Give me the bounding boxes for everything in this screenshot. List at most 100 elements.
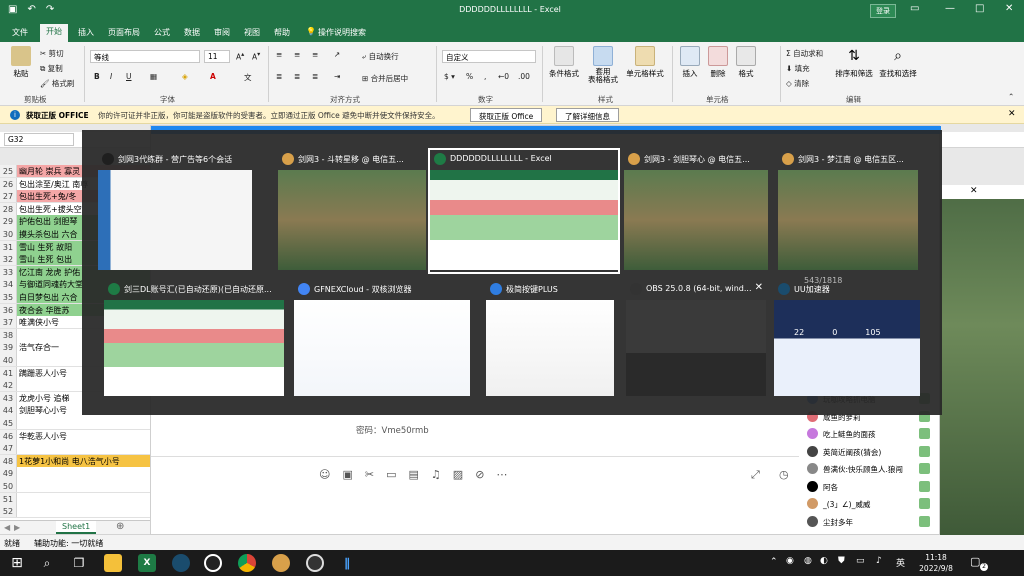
add-sheet-icon[interactable]: ⊕ [116, 521, 124, 532]
shrink-font-icon[interactable]: A▾ [252, 51, 260, 62]
borders-icon[interactable]: ▦ [150, 72, 157, 81]
name-box[interactable]: G32 [4, 133, 74, 146]
row-number[interactable]: 46 [0, 429, 17, 442]
format-painter-button[interactable]: 🖌 格式刷 [40, 78, 74, 89]
font-size-select[interactable]: 11 [204, 50, 230, 63]
row-number[interactable]: 41 [0, 366, 17, 379]
row-number[interactable]: 34 [0, 278, 17, 291]
row-number[interactable]: 38 [0, 328, 17, 342]
expand-icon[interactable]: ⤢ [751, 468, 760, 482]
search-icon[interactable]: ⌕ [38, 554, 56, 572]
grow-font-icon[interactable]: A▴ [236, 51, 244, 62]
row-number[interactable]: 39 [0, 341, 17, 354]
obs-taskbar-icon[interactable] [306, 554, 324, 572]
align-top-icon[interactable]: ≡ [276, 50, 282, 59]
align-bottom-icon[interactable]: ≡ [312, 50, 318, 59]
align-center-icon[interactable]: ≣ [294, 72, 300, 81]
sheet-nav-right-icon[interactable]: ▶ [14, 523, 20, 532]
history-icon[interactable]: ◷ [779, 468, 789, 481]
row-number[interactable]: 37 [0, 316, 17, 329]
orientation-icon[interactable]: ↗ [334, 50, 340, 59]
notification-icon[interactable]: ▢ [970, 555, 980, 568]
maximize-icon[interactable]: □ [975, 3, 984, 14]
bold-button[interactable]: B [94, 72, 100, 81]
member-item[interactable]: 兽满伙:快乐顾鱼人.狼闯 [801, 461, 939, 478]
tab-data[interactable]: 数据 [178, 25, 206, 40]
clock[interactable]: 11:18 2022/9/8 [914, 552, 958, 574]
table-row[interactable]: 51 [0, 492, 150, 506]
currency-icon[interactable]: $ ▾ [444, 72, 455, 81]
delete-cells-button[interactable]: 删除 [704, 46, 732, 79]
row-number[interactable]: 35 [0, 291, 17, 304]
table-row[interactable]: 47 [0, 442, 150, 456]
excel-taskbar-icon[interactable]: X [138, 554, 156, 572]
image-icon[interactable]: ▨ [453, 468, 463, 481]
task-thumbnail[interactable]: GFNEXCloud - 双核浏览器 [294, 280, 470, 398]
insert-cells-button[interactable]: 插入 [676, 46, 704, 79]
chrome-taskbar-icon[interactable] [238, 554, 256, 572]
task-thumbnail[interactable]: UU加速器 22 0 105 [774, 280, 920, 398]
align-right-icon[interactable]: ≣ [312, 72, 318, 81]
member-item[interactable]: _(3」∠)_威威 [801, 496, 939, 513]
format-cells-button[interactable]: 格式 [732, 46, 760, 79]
task-thumbnail[interactable]: 剑网3 - 剑胆琴心 @ 电信五... [624, 150, 768, 272]
tray-game-icon[interactable]: ◍ [804, 556, 812, 566]
task-thumbnail[interactable]: DDDDDDLLLLLLLL - Excel [428, 148, 620, 274]
increase-decimal-icon[interactable]: ←0 [498, 72, 509, 81]
format-as-table-button[interactable]: 套用 表格格式 [586, 46, 620, 84]
tab-insert[interactable]: 插入 [72, 25, 100, 40]
table-row[interactable]: 50 [0, 480, 150, 494]
align-left-icon[interactable]: ≣ [276, 72, 282, 81]
login-button[interactable]: 登录 [870, 4, 896, 18]
uu-taskbar-icon[interactable] [172, 554, 190, 572]
volume-icon[interactable]: ♪ [876, 556, 882, 566]
close-infobar-icon[interactable]: ✕ [1008, 109, 1016, 119]
redo-icon[interactable]: ↷ [46, 4, 54, 15]
member-item[interactable]: 吃上鲢鱼的面孩 [801, 426, 939, 443]
phonetic-icon[interactable]: 文 [244, 72, 252, 83]
qq-taskbar-icon[interactable] [204, 554, 222, 572]
wrap-text-button[interactable]: ⤶ 自动换行 [362, 51, 399, 62]
folder-icon[interactable]: ▭ [386, 468, 396, 481]
fill-color-icon[interactable]: ◈ [182, 72, 188, 81]
row-number[interactable]: 40 [0, 354, 17, 367]
cell-styles-button[interactable]: 单元格样式 [622, 46, 668, 79]
row-number[interactable]: 30 [0, 228, 17, 241]
ribbon-display-icon[interactable]: ▭ [910, 3, 919, 14]
row-number[interactable]: 31 [0, 240, 17, 253]
keypress-taskbar-icon[interactable]: ∥ [338, 554, 356, 572]
music-icon[interactable]: ♫ [431, 468, 441, 481]
row-number[interactable]: 48 [0, 454, 17, 468]
task-thumbnail[interactable]: 剑网3 - 斗转星移 @ 电信五... [278, 150, 426, 272]
mic-icon[interactable]: ⊘ [475, 468, 484, 481]
tab-page-layout[interactable]: 页面布局 [102, 25, 146, 40]
row-number[interactable]: 47 [0, 442, 17, 455]
conditional-format-button[interactable]: 条件格式 [546, 46, 582, 79]
indent-icon[interactable]: ⇥ [334, 72, 340, 81]
underline-button[interactable]: U [126, 72, 132, 81]
font-color-icon[interactable]: A [210, 72, 216, 81]
task-thumbnail[interactable]: OBS 25.0.8 (64-bit, wind... ✕ [626, 280, 766, 398]
minimize-icon[interactable]: — [945, 3, 955, 14]
task-thumbnail[interactable]: 剑网3代练群 - 营广告等6个会话 [98, 150, 252, 272]
percent-icon[interactable]: % [466, 72, 473, 81]
sheet-nav-left-icon[interactable]: ◀ [4, 523, 10, 532]
file-explorer-icon[interactable] [104, 554, 122, 572]
member-item[interactable]: 阿各 [801, 479, 939, 496]
copy-button[interactable]: ⧉ 复制 [40, 63, 63, 74]
tab-file[interactable]: 文件 [6, 25, 34, 40]
tab-review[interactable]: 审阅 [208, 25, 236, 40]
fill-button[interactable]: ⬇ 填充 [786, 63, 810, 74]
tab-home[interactable]: 开始 [40, 24, 68, 42]
scissors-icon[interactable]: ✂ [365, 468, 374, 481]
row-number[interactable]: 36 [0, 303, 17, 316]
autosum-button[interactable]: Σ 自动求和 [786, 48, 823, 59]
table-row[interactable]: 45 [0, 417, 150, 431]
row-number[interactable]: 25 [0, 165, 17, 178]
network-icon[interactable]: ▭ [856, 556, 865, 566]
row-number[interactable]: 42 [0, 379, 17, 392]
cell-text[interactable]: 1花萝1小和尚 电八浩气小号 [19, 456, 149, 467]
align-middle-icon[interactable]: ≡ [294, 50, 300, 59]
tray-expand-icon[interactable]: ⌃ [770, 557, 778, 567]
input-language[interactable]: 英 [896, 556, 905, 569]
